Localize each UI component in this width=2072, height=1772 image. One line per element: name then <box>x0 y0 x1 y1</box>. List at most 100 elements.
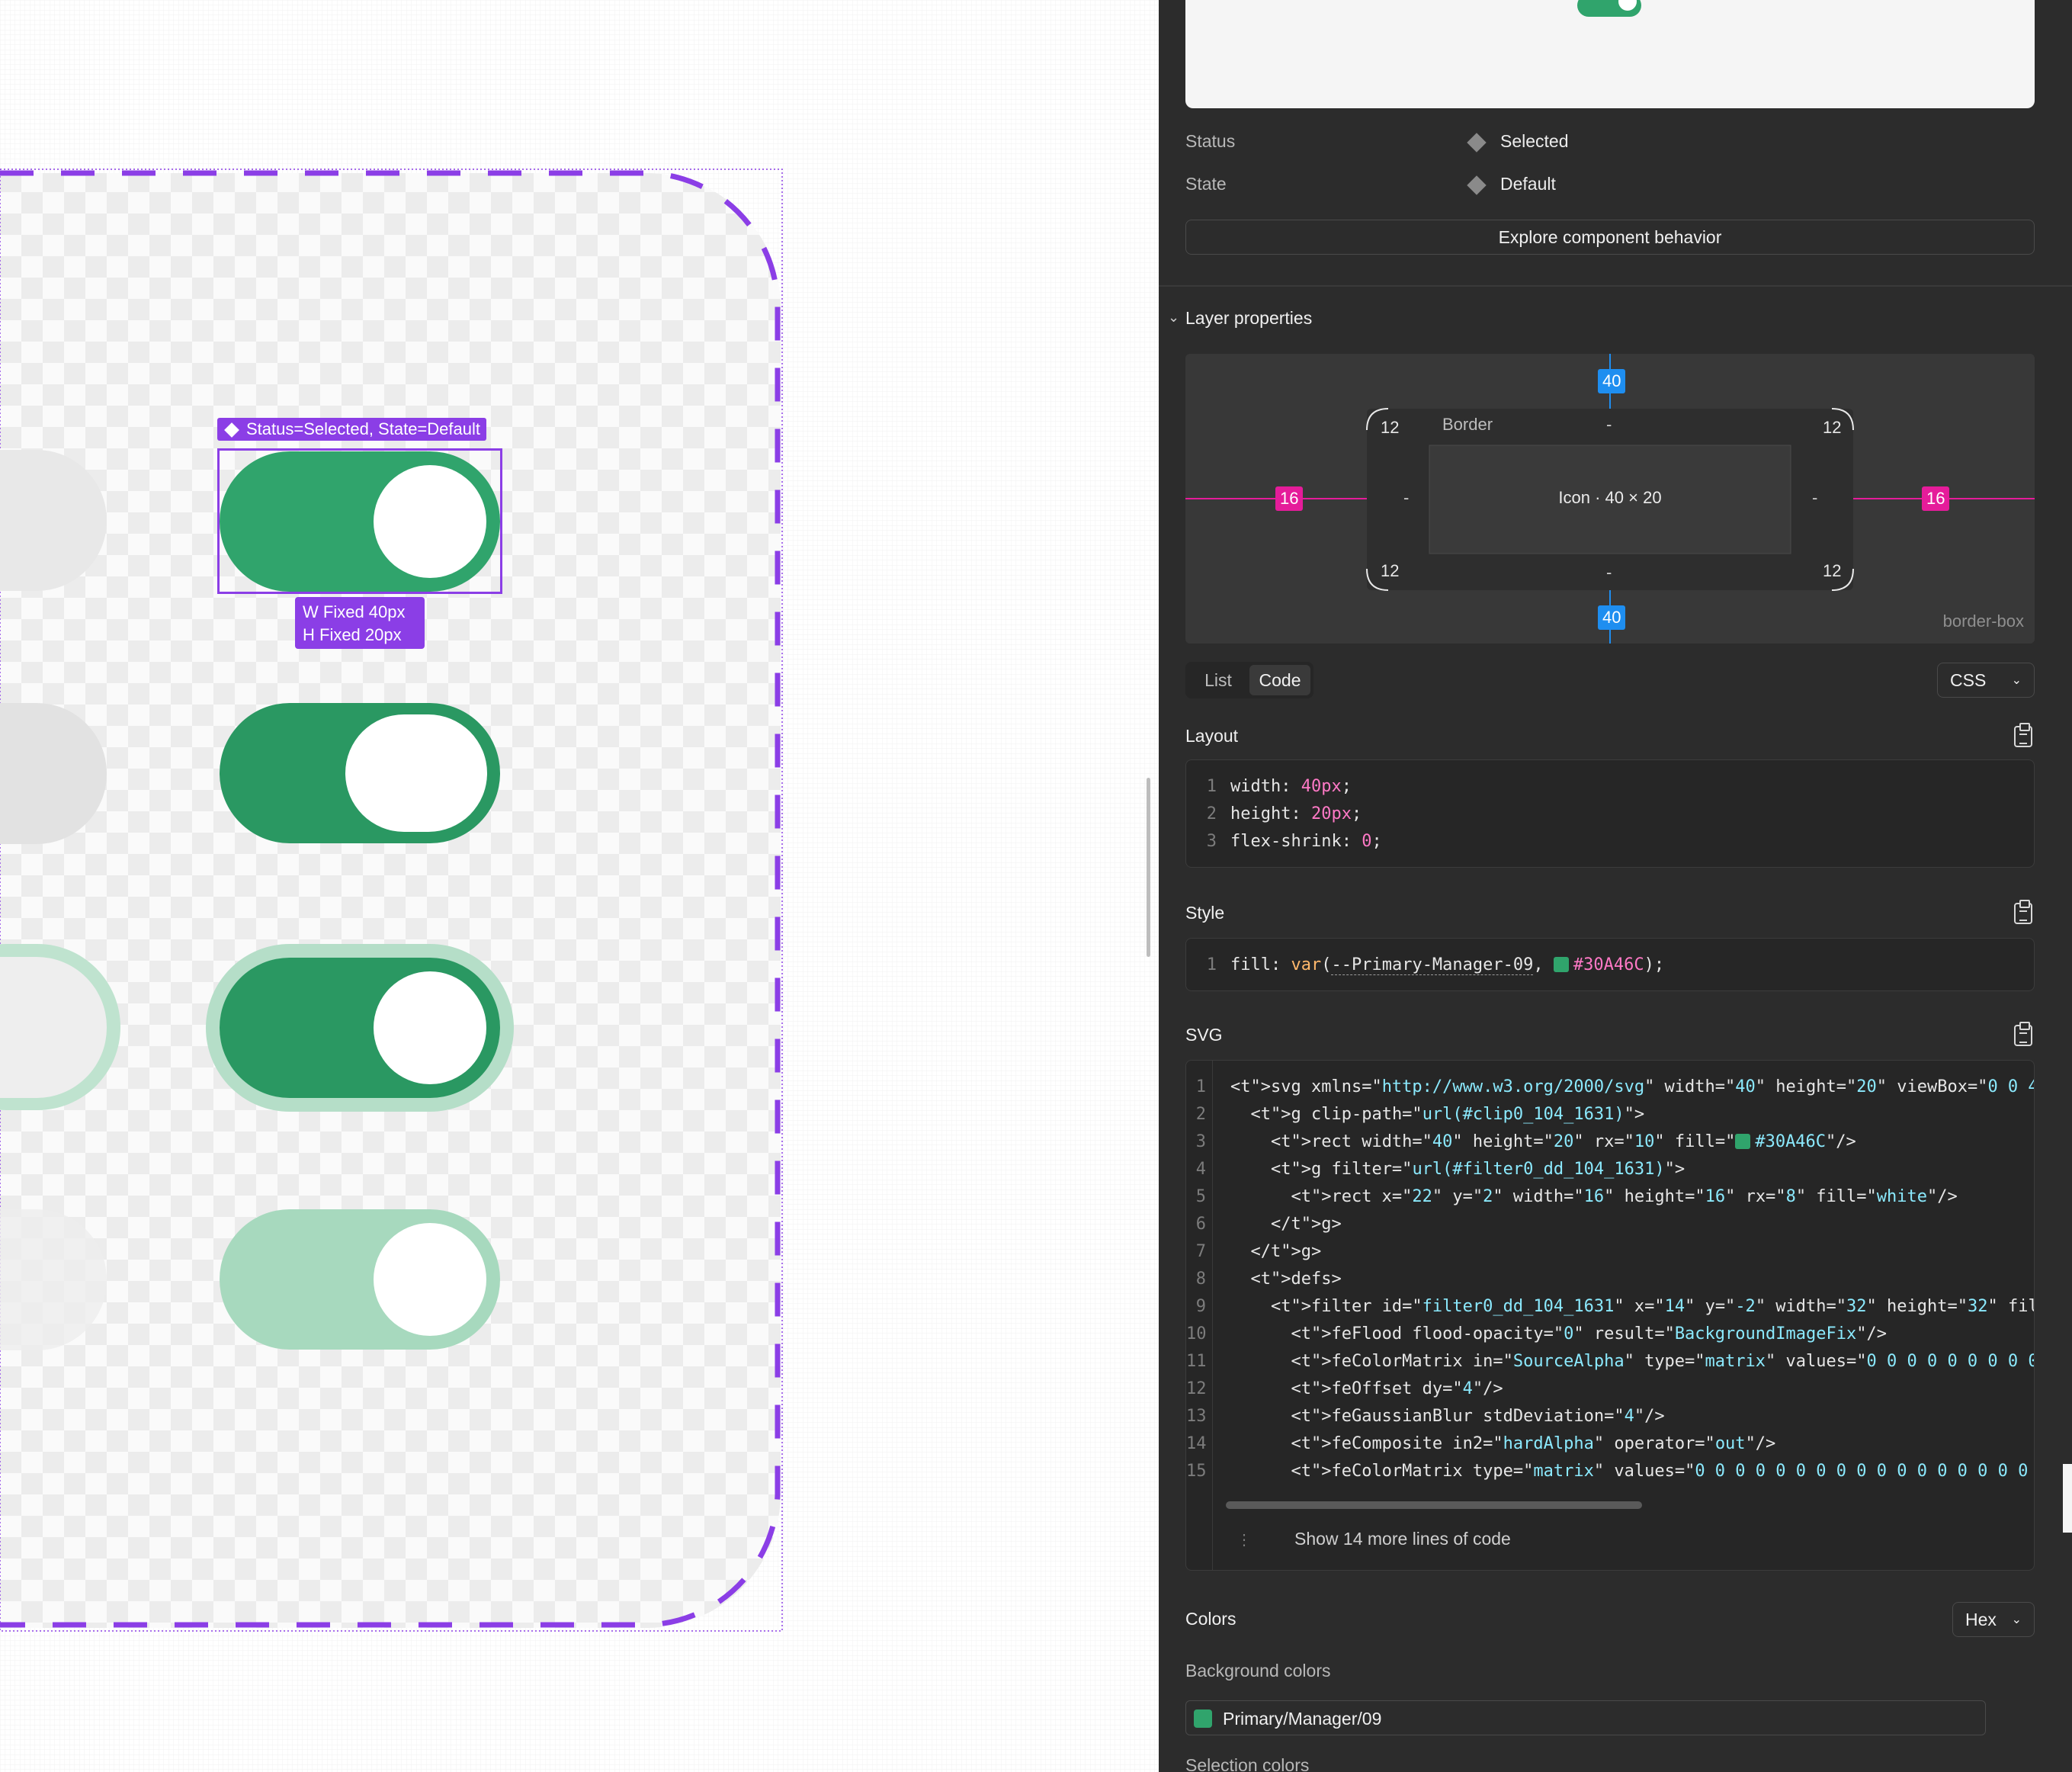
explore-component-button[interactable]: Explore component behavior <box>1185 220 2035 255</box>
color-swatch <box>1194 1709 1212 1728</box>
line-number: 5 <box>1195 1187 1206 1206</box>
border-label: Border <box>1442 415 1493 434</box>
horizontal-scrollbar[interactable] <box>1226 1501 1642 1509</box>
style-code-block[interactable]: 1 fill: var(--Primary-Manager-09, #30A46… <box>1185 938 2035 991</box>
radius-bottom-left: 12 <box>1381 561 1400 580</box>
toggle-off-default[interactable] <box>0 450 107 591</box>
toggle-off-hover[interactable] <box>0 703 107 844</box>
state-variant-icon <box>1467 175 1487 195</box>
layer-properties-title[interactable]: Layer properties <box>1185 308 1312 329</box>
status-variant-icon <box>1467 133 1487 152</box>
margin-bottom-value[interactable]: 40 <box>1598 605 1626 630</box>
svg-code-line: </t">g> <box>1230 1242 1322 1261</box>
layout-line: flex-shrink: 0; <box>1230 832 1382 851</box>
section-divider <box>1159 285 2072 287</box>
property-value-state[interactable]: Default <box>1500 174 1556 194</box>
svg-code-line: <t">g filter="url(#filter0_dd_104_1631)"… <box>1230 1160 1686 1179</box>
tab-code[interactable]: Code <box>1249 665 1310 695</box>
svg-code-line: <t">filter id="filter0_dd_104_1631" x="1… <box>1230 1297 2034 1316</box>
svg-code-line: <t">feColorMatrix type="matrix" values="… <box>1230 1462 2029 1481</box>
layout-line: width: 40px; <box>1230 777 1352 796</box>
dimension-width: W Fixed 40px <box>303 602 406 621</box>
line-number: 3 <box>1195 1132 1206 1151</box>
css-hex: #30A46C <box>1573 955 1644 974</box>
margin-top-value[interactable]: 40 <box>1598 369 1626 393</box>
border-bottom-value: - <box>1606 563 1612 582</box>
design-canvas[interactable]: Status=Selected, State=Default W Fixed 4… <box>0 0 1159 1772</box>
css-var[interactable]: --Primary-Manager-09 <box>1331 955 1534 975</box>
copy-svg-icon[interactable] <box>2014 1022 2032 1046</box>
color-format-value: Hex <box>1965 1609 1997 1629</box>
selection-label: Status=Selected, State=Default <box>217 418 486 441</box>
svg-code-line: <t">rect x="22" y="2" width="16" height=… <box>1230 1187 1958 1206</box>
margin-left-value[interactable]: 16 <box>1275 486 1304 511</box>
svg-code-line: </t">g> <box>1230 1215 1342 1234</box>
toggle-on-focus[interactable] <box>206 944 514 1112</box>
toggle-preview <box>1577 0 1641 17</box>
code-language-value: CSS <box>1950 669 1987 690</box>
component-icon <box>224 422 239 438</box>
chevron-down-icon: ⌄ <box>2011 674 2022 687</box>
border-top-value: - <box>1606 415 1612 434</box>
line-number: 12 <box>1186 1379 1207 1398</box>
border-right-value: - <box>1812 488 1818 507</box>
code-language-select[interactable]: CSS ⌄ <box>1937 663 2035 698</box>
colors-title: Colors <box>1185 1609 1236 1629</box>
svg-code-line: <t">feOffset dy="4"/> <box>1230 1379 1503 1398</box>
margin-right-value[interactable]: 16 <box>1922 486 1950 511</box>
css-val: 0 <box>1362 832 1372 851</box>
chevron-down-icon: ⌄ <box>2011 1613 2022 1626</box>
toggle-off-focus[interactable] <box>0 944 120 1110</box>
svg-code-line: <t">defs> <box>1230 1270 1342 1289</box>
toggle-on-disabled[interactable] <box>220 1209 500 1350</box>
line-number: 15 <box>1186 1462 1207 1481</box>
css-prop: flex-shrink <box>1230 832 1342 851</box>
background-colors-title: Background colors <box>1185 1661 1331 1681</box>
svg-code-line: <t">g clip-path="url(#clip0_104_1631)"> <box>1230 1105 1645 1124</box>
css-prop: height <box>1230 804 1291 823</box>
css-prop: fill <box>1230 955 1271 974</box>
selection-box[interactable] <box>217 448 502 594</box>
radius-top-left: 12 <box>1381 418 1400 437</box>
chevron-down-icon[interactable]: ⌄ <box>1168 310 1179 326</box>
line-number: 4 <box>1195 1160 1206 1179</box>
style-title: Style <box>1185 903 1225 923</box>
line-number: 2 <box>1195 1105 1206 1124</box>
css-val: 40px <box>1301 777 1342 796</box>
show-more-lines-button[interactable]: Show 14 more lines of code <box>1294 1529 1511 1549</box>
background-color-item[interactable]: Primary/Manager/09 <box>1185 1700 1986 1735</box>
line-number: 13 <box>1186 1407 1207 1426</box>
svg-code-block[interactable]: 1 <t">svg xmlns="http://www.w3.org/2000/s… <box>1185 1060 2035 1571</box>
toggle-on-hover[interactable] <box>220 703 500 843</box>
layout-code-block[interactable]: 1 2 3 width: 40px; height: 20px; flex-sh… <box>1185 759 2035 868</box>
component-preview <box>1185 0 2035 108</box>
svg-code-line: <t">feColorMatrix in="SourceAlpha" type=… <box>1230 1352 2034 1371</box>
css-prop: width <box>1230 777 1281 796</box>
style-line: fill: var(--Primary-Manager-09, #30A46C)… <box>1230 955 1665 975</box>
copy-style-icon[interactable] <box>2014 900 2032 924</box>
svg-code-line: <t">svg xmlns="http://www.w3.org/2000/sv… <box>1230 1077 2034 1096</box>
toggle-off-disabled[interactable] <box>0 1209 107 1350</box>
dev-inspect-panel: Status Selected State Default Explore co… <box>1159 0 2072 1772</box>
toggle-variants <box>0 450 514 1350</box>
property-value-status[interactable]: Selected <box>1500 131 1569 152</box>
property-label-state: State <box>1185 174 1227 194</box>
line-number: 3 <box>1206 832 1217 851</box>
color-swatch <box>1553 957 1569 972</box>
tab-list[interactable]: List <box>1188 665 1248 695</box>
panel-resize-handle[interactable] <box>1147 778 1150 957</box>
more-icon: ⋮ <box>1236 1532 1252 1549</box>
color-format-select[interactable]: Hex ⌄ <box>1952 1602 2035 1637</box>
css-func: var <box>1291 955 1322 974</box>
line-number: 1 <box>1195 1077 1206 1096</box>
selection-colors-title: Selection colors <box>1185 1755 1310 1772</box>
copy-layout-icon[interactable] <box>2014 723 2032 747</box>
box-model-diagram: 40 40 16 16 12 12 12 12 Border - - - - I… <box>1185 354 2035 644</box>
svg-title: SVG <box>1185 1025 1223 1045</box>
panel-scrollbar[interactable] <box>2063 1464 2072 1533</box>
line-number: 1 <box>1206 955 1217 974</box>
line-number: 2 <box>1206 804 1217 823</box>
gutter-divider <box>1212 1061 1213 1570</box>
line-number: 9 <box>1195 1297 1206 1316</box>
svg-code-line: <t">feGaussianBlur stdDeviation="4"/> <box>1230 1407 1665 1426</box>
